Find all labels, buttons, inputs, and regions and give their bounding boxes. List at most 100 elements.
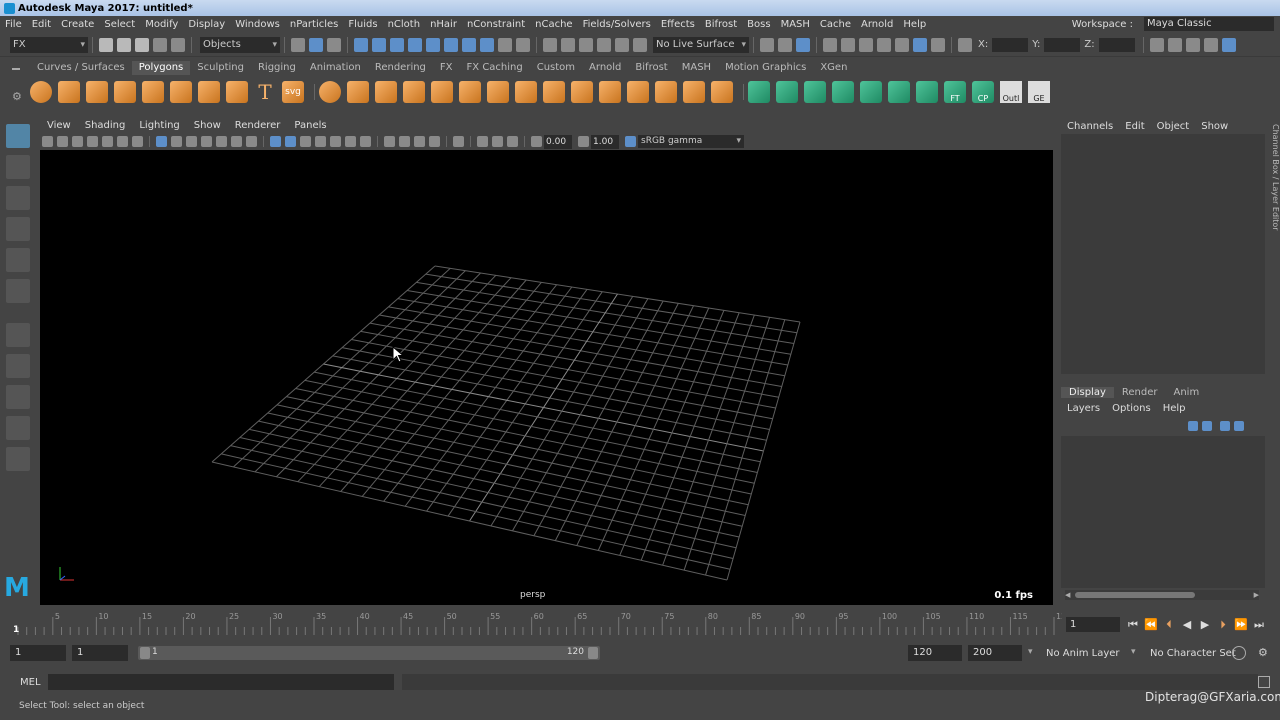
tool-settings-icon[interactable] xyxy=(1203,37,1218,52)
bookmarks-icon[interactable] xyxy=(87,136,98,147)
step-back-frame-icon[interactable]: ⏪ xyxy=(1144,618,1158,632)
poly-pipe-icon[interactable] xyxy=(226,81,248,103)
boolean-icon[interactable] xyxy=(403,81,425,103)
selection-mode-dropdown[interactable]: Objects xyxy=(200,36,280,53)
render-view-icon[interactable] xyxy=(877,37,891,52)
menu-windows[interactable]: Windows xyxy=(230,19,285,30)
character-set-dropdown[interactable]: No Character Set xyxy=(1150,648,1236,659)
new-scene-icon[interactable] xyxy=(99,37,113,52)
range-start-handle[interactable] xyxy=(140,647,150,659)
go-to-end-icon[interactable]: ⏭ xyxy=(1252,618,1266,632)
depth-of-field-icon[interactable] xyxy=(429,136,440,147)
redo-icon[interactable] xyxy=(171,37,185,52)
layer-menu-options[interactable]: Options xyxy=(1106,403,1157,414)
play-forwards-icon[interactable]: ▶ xyxy=(1198,618,1212,632)
menu-select[interactable]: Select xyxy=(99,19,140,30)
scrollbar-thumb[interactable] xyxy=(1075,592,1195,598)
step-back-key-icon[interactable]: ⏴ xyxy=(1162,618,1176,632)
menu-effects[interactable]: Effects xyxy=(656,19,700,30)
wireframe-icon[interactable] xyxy=(270,136,281,147)
render-frame-icon[interactable] xyxy=(841,37,855,52)
multi-cut-icon[interactable] xyxy=(515,81,537,103)
menu-modify[interactable]: Modify xyxy=(140,19,183,30)
move-layer-up-icon[interactable] xyxy=(1188,421,1198,431)
menu-cache[interactable]: Cache xyxy=(815,19,856,30)
channel-menu-channels[interactable]: Channels xyxy=(1061,121,1119,132)
mirror-icon[interactable] xyxy=(683,81,705,103)
color-space-dropdown[interactable]: sRGB gamma xyxy=(638,135,744,148)
smooth-shade-icon[interactable] xyxy=(285,136,296,147)
gamma-icon[interactable] xyxy=(578,136,589,147)
menu-display[interactable]: Display xyxy=(183,19,230,30)
gamma-field[interactable]: 1.00 xyxy=(591,134,619,149)
pause-icon[interactable] xyxy=(931,37,945,52)
layer-menu-layers[interactable]: Layers xyxy=(1061,403,1106,414)
play-backwards-icon[interactable]: ◀ xyxy=(1180,618,1194,632)
menu-ncache[interactable]: nCache xyxy=(530,19,577,30)
safe-action-icon[interactable] xyxy=(231,136,242,147)
center-pivot-icon[interactable]: CP xyxy=(972,81,994,103)
xray-icon[interactable] xyxy=(477,136,488,147)
mask-joints-icon[interactable] xyxy=(372,37,386,52)
outliner-icon[interactable]: Outl xyxy=(1000,81,1022,103)
shelf-tab-motion-graphics[interactable]: Motion Graphics xyxy=(718,61,813,75)
range-slider-track[interactable]: 1 120 xyxy=(138,646,600,660)
menu-fields-solvers[interactable]: Fields/Solvers xyxy=(578,19,656,30)
extrude-icon[interactable] xyxy=(431,81,453,103)
playback-start-field[interactable]: 1 xyxy=(72,645,128,661)
poly-pyramid-icon[interactable] xyxy=(198,81,220,103)
use-all-lights-icon[interactable] xyxy=(345,136,356,147)
next-view-icon[interactable] xyxy=(72,136,83,147)
open-scene-icon[interactable] xyxy=(117,37,131,52)
menu-ncloth[interactable]: nCloth xyxy=(383,19,425,30)
anim-layer-dropdown[interactable]: No Anim Layer xyxy=(1046,648,1120,659)
perspective-viewport[interactable]: persp 0.1 fps xyxy=(40,150,1053,605)
layer-tab-render[interactable]: Render xyxy=(1114,387,1166,398)
menu-help[interactable]: Help xyxy=(898,19,931,30)
shelf-tab-mash[interactable]: MASH xyxy=(675,61,718,75)
textured-icon[interactable] xyxy=(330,136,341,147)
panel-menu-view[interactable]: View xyxy=(40,120,78,131)
cylindrical-uv-icon[interactable] xyxy=(776,81,798,103)
highlight-selection-icon[interactable] xyxy=(516,37,530,52)
select-object-icon[interactable] xyxy=(309,37,323,52)
single-perspective-layout-icon[interactable] xyxy=(6,354,30,378)
quad-draw-icon[interactable] xyxy=(655,81,677,103)
shelf-tab-fx[interactable]: FX xyxy=(433,61,460,75)
render-settings-icon[interactable] xyxy=(823,37,837,52)
shelf-tab-xgen[interactable]: XGen xyxy=(813,61,854,75)
layer-list[interactable] xyxy=(1061,436,1265,588)
grid-icon[interactable] xyxy=(156,136,167,147)
menu-edit[interactable]: Edit xyxy=(27,19,56,30)
arnold-render-view-icon[interactable] xyxy=(913,37,927,52)
poly-sphere-icon[interactable] xyxy=(30,81,52,103)
z-field[interactable] xyxy=(1098,37,1135,52)
motion-blur-icon[interactable] xyxy=(399,136,410,147)
image-plane-icon[interactable] xyxy=(102,136,113,147)
workspace-dropdown[interactable]: Maya Classic xyxy=(1144,17,1274,31)
snap-view-plane-icon[interactable] xyxy=(597,37,611,52)
shelf-tab-curves-surfaces[interactable]: Curves / Surfaces xyxy=(30,61,132,75)
default-material-icon[interactable] xyxy=(300,136,311,147)
animation-preferences-icon[interactable]: ⚙ xyxy=(1258,646,1268,659)
character-controls-icon[interactable] xyxy=(1167,37,1182,52)
select-component-icon[interactable] xyxy=(327,37,341,52)
select-tool-icon[interactable] xyxy=(6,124,30,148)
ipr-render-icon[interactable] xyxy=(859,37,873,52)
menu-create[interactable]: Create xyxy=(56,19,99,30)
four-view-layout-icon[interactable] xyxy=(6,385,30,409)
menu-nhair[interactable]: nHair xyxy=(425,19,462,30)
end-time-field[interactable]: 200 xyxy=(968,645,1022,661)
shelf-menu-icon[interactable] xyxy=(12,64,24,74)
layer-tab-anim[interactable]: Anim xyxy=(1165,387,1207,398)
live-surface-field[interactable]: No Live Surface xyxy=(653,36,749,53)
target-weld-icon[interactable] xyxy=(543,81,565,103)
freeze-transform-icon[interactable]: FT xyxy=(944,81,966,103)
input-ops-icon[interactable] xyxy=(760,37,774,52)
start-time-field[interactable]: 1 xyxy=(10,645,66,661)
exposure-icon[interactable] xyxy=(531,136,542,147)
resolution-gate-icon[interactable] xyxy=(186,136,197,147)
persp-graph-layout-icon[interactable] xyxy=(6,416,30,440)
range-end-handle[interactable] xyxy=(588,647,598,659)
go-to-start-icon[interactable]: ⏮ xyxy=(1126,618,1140,632)
